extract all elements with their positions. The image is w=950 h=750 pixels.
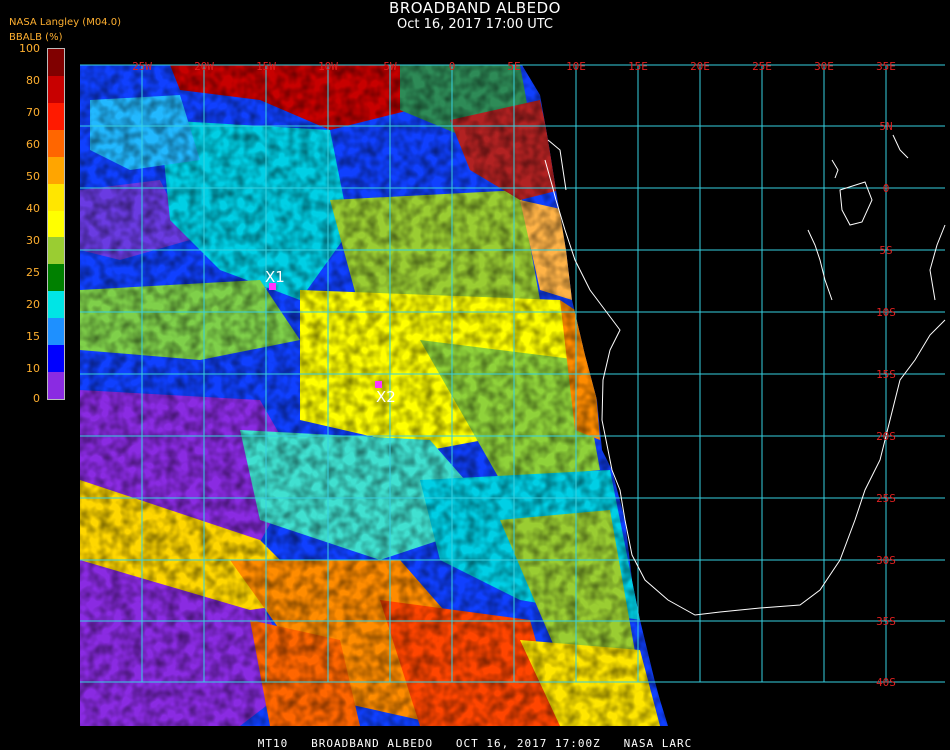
lon-label-35E: 35E <box>876 60 896 73</box>
legend-swatch-5 <box>48 183 64 212</box>
lon-label-10W: 10W <box>318 60 338 73</box>
lon-label-20E: 20E <box>690 60 710 73</box>
color-legend-bar <box>47 48 65 400</box>
legend-tick-100: 100 <box>19 42 40 55</box>
lat-label-15S: 15S <box>876 368 896 381</box>
legend-swatch-6 <box>48 210 64 238</box>
lat-label-35S: 35S <box>876 615 896 628</box>
legend-tick-60: 60 <box>26 138 40 151</box>
map-title: BROADBAND ALBEDO <box>389 0 561 17</box>
lat-label-5N: 5N <box>879 120 892 133</box>
lat-label-0: 0 <box>883 182 890 195</box>
legend-swatch-12 <box>48 372 64 400</box>
legend-swatch-8 <box>48 264 64 292</box>
lat-label-30S: 30S <box>876 554 896 567</box>
lon-label-5E: 5E <box>507 60 520 73</box>
marker-x1-label: X1 <box>265 268 285 286</box>
lat-label-10S: 10S <box>876 306 896 319</box>
lat-label-40S: 40S <box>876 676 896 689</box>
legend-tick-50: 50 <box>26 170 40 183</box>
legend-swatch-11 <box>48 345 64 373</box>
legend-swatch-7 <box>48 237 64 265</box>
legend-tick-80: 80 <box>26 74 40 87</box>
legend-tick-15: 15 <box>26 330 40 343</box>
legend-tick-40: 40 <box>26 202 40 215</box>
legend-tick-0: 0 <box>33 392 40 405</box>
footer-caption: MT10 BROADBAND ALBEDO OCT 16, 2017 17:00… <box>257 737 693 750</box>
lon-label-5W: 5W <box>383 60 397 73</box>
legend-swatch-10 <box>48 318 64 346</box>
lon-label-25W: 25W <box>132 60 152 73</box>
lon-label-30E: 30E <box>814 60 834 73</box>
lat-label-20S: 20S <box>876 430 896 443</box>
map-subtitle: Oct 16, 2017 17:00 UTC <box>397 17 553 32</box>
albedo-map: 25W 20W 15W 10W 5W 0 5E 10E 15E 20E 25E 30E 35E 5N 0 5… <box>80 60 946 726</box>
lon-label-25E: 25E <box>752 60 772 73</box>
legend-swatch-2 <box>48 102 64 131</box>
lat-label-25S: 25S <box>876 492 896 505</box>
marker-x2-square <box>375 381 382 388</box>
lon-label-0: 0 <box>449 60 456 73</box>
marker-x2-label: X2 <box>376 388 396 406</box>
legend-swatch-3 <box>48 129 64 158</box>
lon-label-20W: 20W <box>194 60 214 73</box>
legend-tick-20: 20 <box>26 298 40 311</box>
legend-swatch-0 <box>48 49 64 77</box>
legend-swatch-1 <box>48 75 64 104</box>
legend-tick-70: 70 <box>26 106 40 119</box>
legend-swatch-9 <box>48 291 64 319</box>
lon-label-15W: 15W <box>256 60 276 73</box>
lon-label-15E: 15E <box>628 60 648 73</box>
source-label: NASA Langley (M04.0) <box>9 17 121 28</box>
legend-tick-10: 10 <box>26 362 40 375</box>
legend-tick-25: 25 <box>26 266 40 279</box>
legend-swatch-4 <box>48 156 64 185</box>
lon-label-10E: 10E <box>566 60 586 73</box>
lat-label-5S: 5S <box>879 244 892 257</box>
legend-tick-30: 30 <box>26 234 40 247</box>
